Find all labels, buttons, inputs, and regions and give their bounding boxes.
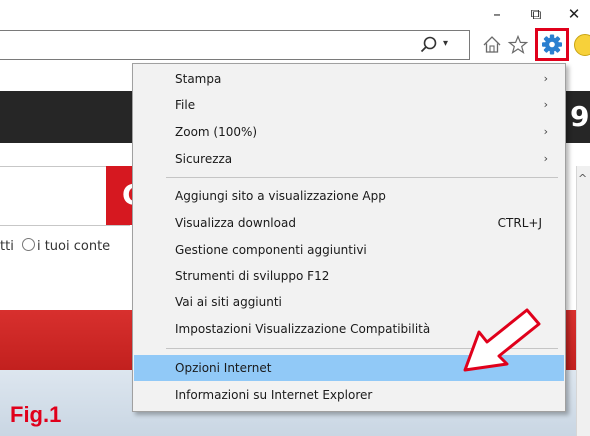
radio-label: tti [0, 239, 14, 254]
header-partial-text: 9 [570, 100, 590, 133]
tools-button[interactable] [535, 28, 569, 61]
restore-button[interactable]: ⧉ [522, 2, 550, 26]
figure-label: Fig.1 [10, 402, 62, 427]
radio-button[interactable] [21, 238, 35, 251]
search-icon[interactable] [419, 35, 439, 55]
smiley-icon[interactable] [574, 34, 590, 56]
menu-item-label: File [175, 98, 196, 112]
menu-item-sicurezza[interactable]: Sicurezza › [134, 146, 564, 172]
menu-item-devtools[interactable]: Strumenti di sviluppo F12 [134, 263, 564, 289]
menu-item-label: Stampa [175, 72, 222, 86]
menu-item-label: Vai ai siti aggiunti [175, 295, 282, 309]
menu-item-zoom[interactable]: Zoom (100%) › [134, 119, 564, 145]
menu-item-about-ie[interactable]: Informazioni su Internet Explorer [134, 382, 564, 408]
menu-item-add-site-app[interactable]: Aggiungi sito a visualizzazione App [134, 183, 564, 209]
menu-item-label: Zoom (100%) [175, 125, 258, 139]
menu-item-label: Strumenti di sviluppo F12 [175, 269, 330, 283]
star-icon[interactable] [507, 33, 529, 57]
gear-icon [542, 34, 562, 55]
menu-item-label: Gestione componenti aggiuntivi [175, 243, 367, 257]
menu-item-label: Impostazioni Visualizzazione Compatibili… [175, 322, 431, 336]
address-dropdown-icon[interactable]: ▾ [443, 38, 448, 49]
vertical-scrollbar[interactable] [576, 166, 590, 436]
menu-item-label: Visualizza download [175, 216, 296, 230]
menu-item-label: Informazioni su Internet Explorer [175, 388, 373, 402]
radio-option-label: i tuoi conte [36, 239, 111, 254]
menu-item-label: Opzioni Internet [175, 361, 272, 375]
submenu-arrow-icon: › [543, 125, 548, 138]
home-icon[interactable] [481, 33, 503, 57]
submenu-arrow-icon: › [543, 152, 548, 165]
minimize-button[interactable]: – [483, 2, 511, 26]
scroll-up-icon[interactable]: ^ [578, 172, 587, 185]
search-scope-options: tti i tuoi conte [0, 238, 110, 254]
annotation-arrow-icon [463, 308, 541, 372]
menu-item-label: Sicurezza [175, 152, 233, 166]
close-button[interactable]: ✕ [560, 2, 588, 26]
submenu-arrow-icon: › [543, 98, 548, 111]
menu-item-manage-addons[interactable]: Gestione componenti aggiuntivi [134, 237, 564, 263]
submenu-arrow-icon: › [543, 72, 548, 85]
address-bar[interactable] [0, 30, 470, 60]
menu-separator [166, 177, 558, 178]
menu-item-view-downloads[interactable]: Visualizza download CTRL+J [134, 210, 564, 236]
menu-item-shortcut: CTRL+J [497, 216, 542, 230]
menu-item-label: Aggiungi sito a visualizzazione App [175, 189, 386, 203]
menu-item-file[interactable]: File › [134, 92, 564, 118]
menu-item-stampa[interactable]: Stampa › [134, 66, 564, 92]
